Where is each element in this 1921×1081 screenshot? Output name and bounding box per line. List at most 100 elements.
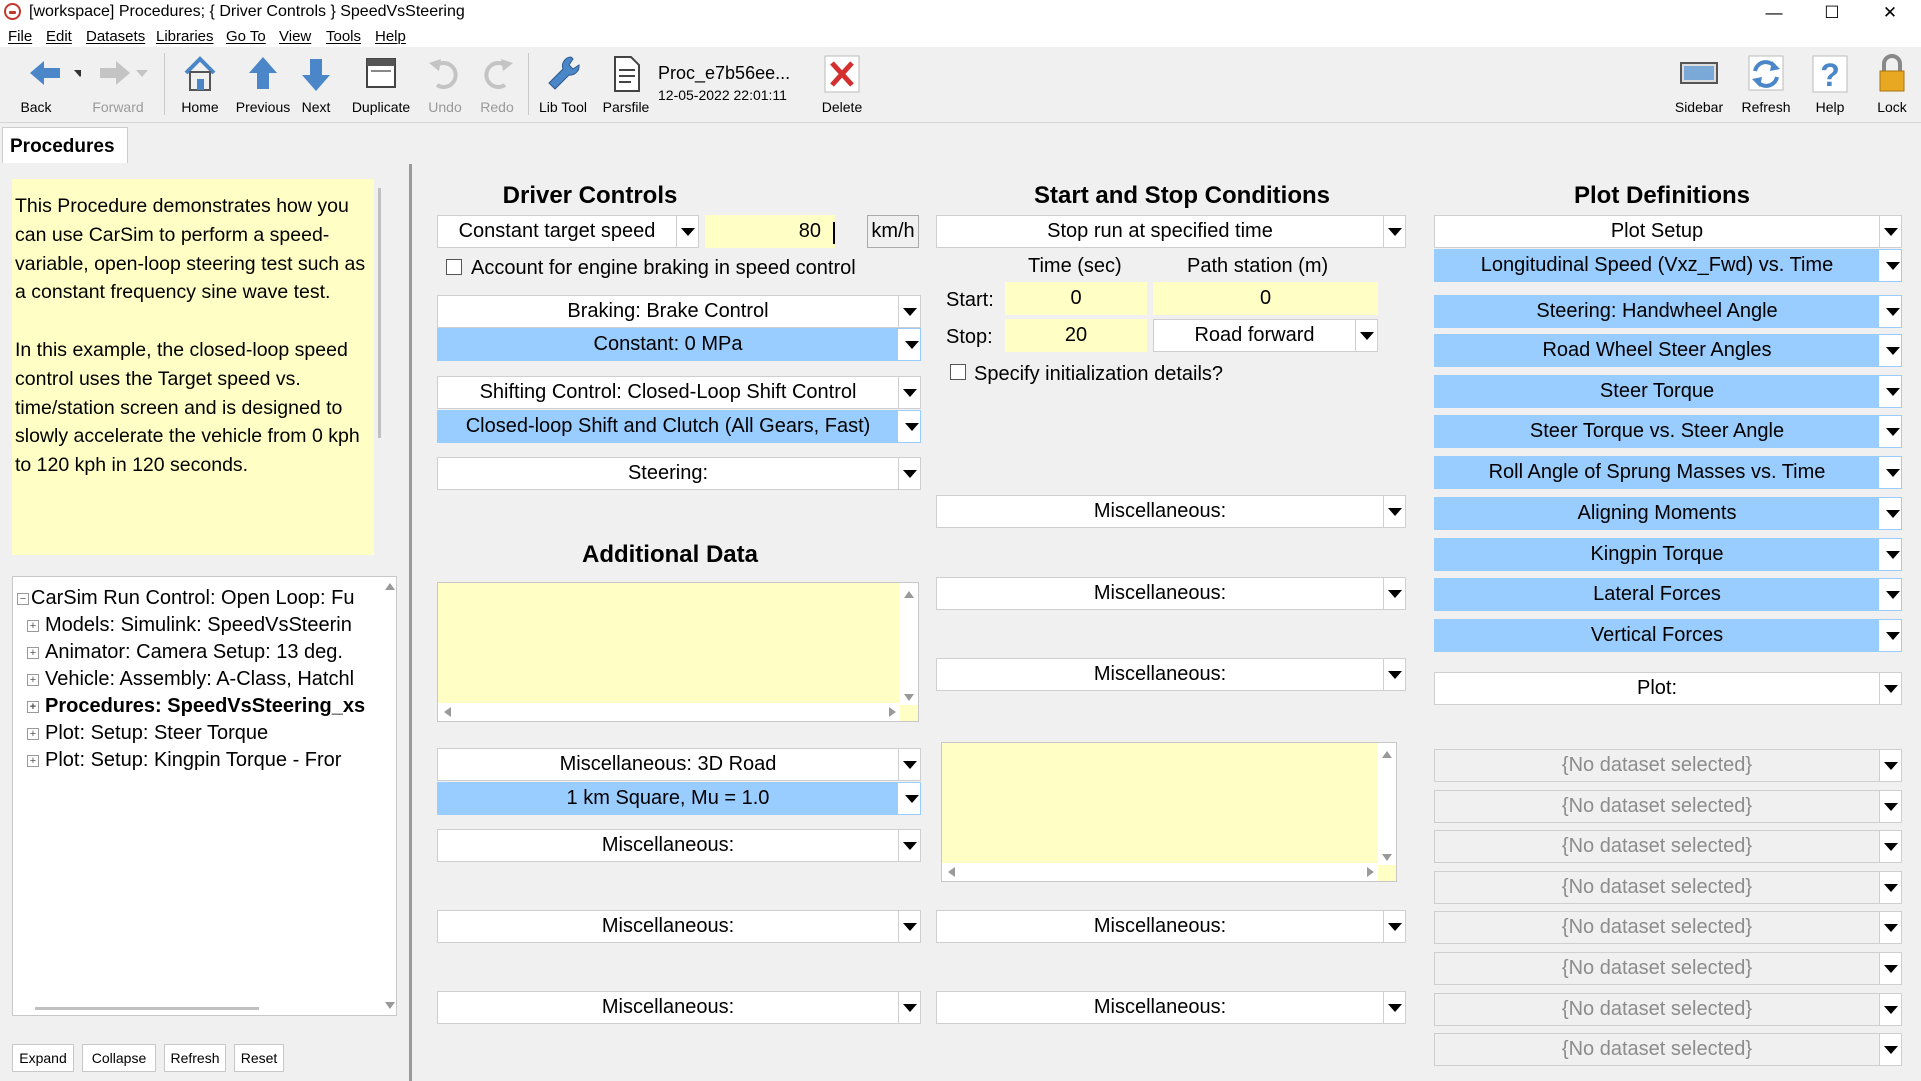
scroll-down-icon[interactable] — [904, 694, 914, 701]
previous-button[interactable]: Previous — [232, 51, 294, 119]
lib-tool-button[interactable]: Lib Tool — [534, 51, 592, 119]
expand-icon[interactable]: + — [27, 647, 39, 659]
tree-item-procedures[interactable]: + Procedures: SpeedVsSteering_xs — [27, 695, 365, 725]
misc-dropdown-c[interactable]: Miscellaneous: — [936, 658, 1406, 691]
speed-mode-dropdown[interactable]: Constant target speed — [437, 215, 699, 248]
forward-button[interactable]: Forward — [92, 51, 156, 119]
empty-plot-slot[interactable]: {No dataset selected} — [1434, 952, 1902, 985]
menu-datasets[interactable]: Datasets — [86, 28, 145, 45]
shifting-dataset-dropdown[interactable]: Closed-loop Shift and Clutch (All Gears,… — [437, 410, 921, 443]
empty-plot-slot[interactable]: {No dataset selected} — [1434, 871, 1902, 904]
menu-help[interactable]: Help — [375, 28, 406, 45]
expand-icon[interactable]: + — [27, 620, 39, 632]
procedure-description[interactable]: This Procedure demonstrates how you can … — [12, 179, 374, 555]
delete-button[interactable]: Delete — [812, 51, 872, 119]
lock-button[interactable]: Lock — [1866, 51, 1918, 119]
empty-plot-slot[interactable]: {No dataset selected} — [1434, 749, 1902, 782]
menu-view[interactable]: View — [279, 28, 311, 45]
scroll-up-icon[interactable] — [385, 583, 395, 590]
shifting-dropdown[interactable]: Shifting Control: Closed-Loop Shift Cont… — [437, 376, 921, 409]
maximize-button[interactable]: ☐ — [1803, 0, 1861, 25]
reset-button[interactable]: Reset — [234, 1044, 284, 1072]
start-station-input[interactable]: 0 — [1153, 282, 1378, 315]
steering-dropdown[interactable]: Steering: — [437, 457, 921, 490]
scroll-down-icon[interactable] — [385, 1002, 395, 1009]
target-speed-input[interactable]: 80 — [705, 215, 835, 248]
collapse-icon[interactable]: − — [17, 593, 29, 605]
tab-procedures[interactable]: Procedures — [2, 127, 128, 163]
textarea-horizontal-scrollbar[interactable] — [438, 703, 900, 721]
expand-icon[interactable]: + — [27, 728, 39, 740]
back-button[interactable]: Back — [6, 51, 86, 119]
tree-refresh-button[interactable]: Refresh — [164, 1044, 226, 1072]
misc-dropdown-3[interactable]: Miscellaneous: — [437, 991, 921, 1024]
plot-item[interactable]: Steer Torque vs. Steer Angle — [1434, 415, 1902, 448]
braking-dataset-dropdown[interactable]: Constant: 0 MPa — [437, 328, 921, 361]
plot-item[interactable]: Road Wheel Steer Angles — [1434, 334, 1902, 367]
empty-plot-slot[interactable]: {No dataset selected} — [1434, 1033, 1902, 1066]
plot-item[interactable]: Longitudinal Speed (Vxz_Fwd) vs. Time — [1434, 249, 1902, 282]
misc-dropdown-2[interactable]: Miscellaneous: — [437, 910, 921, 943]
plot-item[interactable]: Aligning Moments — [1434, 497, 1902, 530]
plot-item[interactable]: Lateral Forces — [1434, 578, 1902, 611]
plot-setup-dropdown[interactable]: Plot Setup — [1434, 215, 1902, 248]
stop-time-input[interactable]: 20 — [1005, 319, 1147, 352]
plot-item[interactable]: Roll Angle of Sprung Masses vs. Time — [1434, 456, 1902, 489]
empty-plot-slot[interactable]: {No dataset selected} — [1434, 830, 1902, 863]
undo-button[interactable]: Undo — [420, 51, 470, 119]
plot-item[interactable]: Steering: Handwheel Angle — [1434, 295, 1902, 328]
misc-dropdown-d[interactable]: Miscellaneous: — [936, 910, 1406, 943]
start-stop-textarea[interactable] — [941, 742, 1397, 882]
expand-icon[interactable]: + — [27, 755, 39, 767]
additional-data-textarea[interactable] — [437, 582, 919, 722]
scroll-left-icon[interactable] — [948, 867, 955, 877]
misc-dropdown-1[interactable]: Miscellaneous: — [437, 829, 921, 862]
menu-edit[interactable]: Edit — [46, 28, 72, 45]
start-time-input[interactable]: 0 — [1005, 282, 1147, 315]
duplicate-button[interactable]: Duplicate — [346, 51, 416, 119]
tree-item-models[interactable]: + Models: Simulink: SpeedVsSteerin — [27, 614, 352, 644]
menu-tools[interactable]: Tools — [326, 28, 361, 45]
misc-dropdown-e[interactable]: Miscellaneous: — [936, 991, 1406, 1024]
tree-item-plot-kingpin[interactable]: + Plot: Setup: Kingpin Torque - Fror — [27, 749, 341, 779]
road-dataset-dropdown[interactable]: 1 km Square, Mu = 1.0 — [437, 782, 921, 815]
refresh-button[interactable]: Refresh — [1736, 51, 1796, 119]
textarea-horizontal-scrollbar[interactable] — [942, 863, 1378, 881]
misc-3d-road-dropdown[interactable]: Miscellaneous: 3D Road — [437, 748, 921, 781]
scroll-left-icon[interactable] — [444, 707, 451, 717]
sidebar-button[interactable]: Sidebar — [1666, 51, 1732, 119]
close-button[interactable]: ✕ — [1861, 0, 1919, 25]
stop-mode-dropdown[interactable]: Stop run at specified time — [936, 215, 1406, 248]
plot-item[interactable]: Vertical Forces — [1434, 619, 1902, 652]
menu-file[interactable]: File — [8, 28, 32, 45]
scroll-down-icon[interactable] — [1382, 854, 1392, 861]
menu-libraries[interactable]: Libraries — [156, 28, 214, 45]
description-scrollbar[interactable] — [378, 188, 381, 438]
next-button[interactable]: Next — [294, 51, 338, 119]
empty-plot-slot[interactable]: {No dataset selected} — [1434, 993, 1902, 1026]
empty-plot-slot[interactable]: {No dataset selected} — [1434, 790, 1902, 823]
plot-item[interactable]: Steer Torque — [1434, 375, 1902, 408]
textarea-vertical-scrollbar[interactable] — [900, 583, 918, 705]
tree-item-plot-steer-torque[interactable]: + Plot: Setup: Steer Torque — [27, 722, 268, 752]
tree-horizontal-scrollbar[interactable] — [35, 1007, 259, 1010]
home-button[interactable]: Home — [172, 51, 228, 119]
minimize-button[interactable]: — — [1745, 0, 1803, 25]
engine-braking-checkbox[interactable] — [446, 259, 462, 275]
scroll-right-icon[interactable] — [1367, 867, 1374, 877]
help-button[interactable]: ? Help — [1802, 51, 1858, 119]
menu-go-to[interactable]: Go To — [226, 28, 266, 45]
tree-vertical-scrollbar[interactable] — [383, 577, 396, 1015]
init-details-checkbox[interactable] — [950, 364, 966, 380]
expand-icon[interactable]: + — [27, 701, 39, 713]
plot-dropdown[interactable]: Plot: — [1434, 672, 1902, 705]
braking-dropdown[interactable]: Braking: Brake Control — [437, 295, 921, 328]
stop-direction-dropdown[interactable]: Road forward — [1153, 319, 1378, 352]
expand-button[interactable]: Expand — [12, 1044, 74, 1072]
collapse-button[interactable]: Collapse — [82, 1044, 156, 1072]
tree-item-vehicle[interactable]: + Vehicle: Assembly: A-Class, Hatchl — [27, 668, 354, 698]
scroll-up-icon[interactable] — [904, 591, 914, 598]
scroll-up-icon[interactable] — [1382, 751, 1392, 758]
tree-item-animator[interactable]: + Animator: Camera Setup: 13 deg. — [27, 641, 343, 671]
scroll-right-icon[interactable] — [889, 707, 896, 717]
